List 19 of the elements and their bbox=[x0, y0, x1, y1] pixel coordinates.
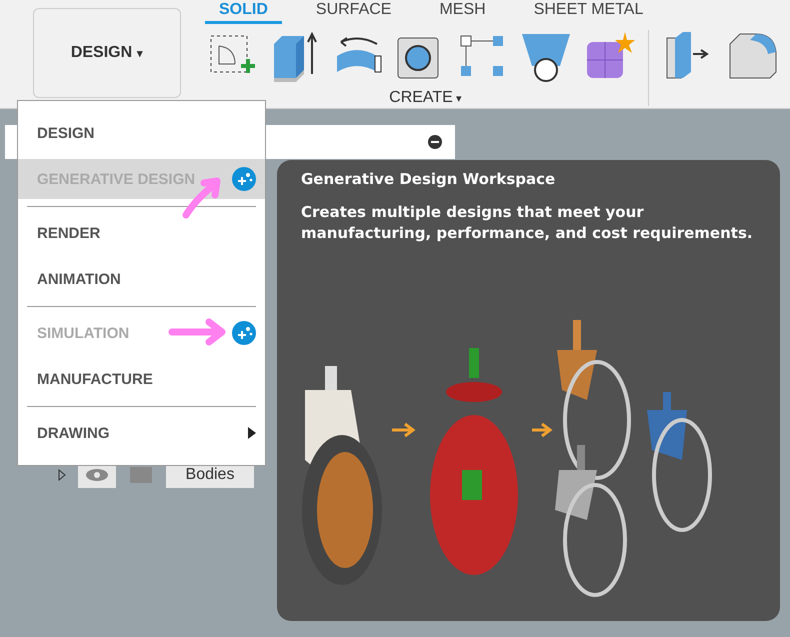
menu-item[interactable]: DRAWING bbox=[18, 413, 265, 453]
submenu-arrow-icon bbox=[248, 427, 256, 439]
preview-badge-icon bbox=[232, 321, 256, 345]
tooltip-title: Generative Design Workspace bbox=[301, 170, 556, 188]
preview-badge-icon bbox=[232, 167, 256, 191]
tab[interactable]: SURFACE bbox=[302, 0, 406, 24]
menu-item[interactable]: MANUFACTURE bbox=[18, 359, 265, 407]
menu-item[interactable]: DESIGN bbox=[18, 113, 265, 153]
expand-icon[interactable] bbox=[58, 469, 66, 481]
eye-icon bbox=[85, 468, 109, 482]
menu-item[interactable]: ANIMATION bbox=[18, 259, 265, 307]
menu-item[interactable]: RENDER bbox=[18, 213, 265, 253]
tab[interactable]: SHEET METAL bbox=[520, 0, 658, 24]
create-menu-button[interactable]: CREATE ▾ bbox=[383, 88, 468, 108]
workspace-button[interactable]: DESIGN ▾ bbox=[33, 8, 181, 98]
collapse-icon[interactable] bbox=[427, 134, 443, 150]
body-folder-icon bbox=[130, 467, 152, 483]
tab[interactable]: MESH bbox=[425, 0, 500, 24]
tooltip-description: Creates multiple designs that meet your manufacturing, performance, and cost requirements. bbox=[301, 202, 754, 244]
